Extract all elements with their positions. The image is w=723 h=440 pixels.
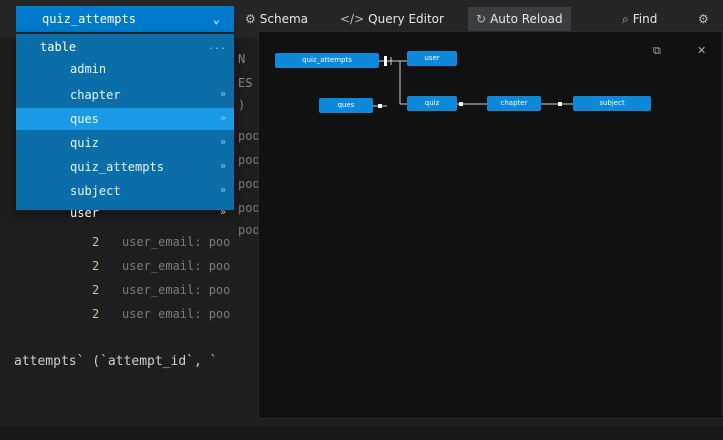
more-icon: ... bbox=[207, 41, 226, 52]
table-select-label: quiz_attempts bbox=[42, 12, 136, 26]
dropdown-item-chapter[interactable]: chapter» bbox=[16, 84, 234, 106]
schema-icon: ⚙ bbox=[245, 12, 256, 26]
dropdown-item-user[interactable]: user» bbox=[16, 202, 234, 220]
dropdown-header-table[interactable]: table ... bbox=[16, 36, 234, 58]
node-quiz[interactable]: quiz bbox=[407, 96, 457, 111]
auto-reload-button[interactable]: ↻ Auto Reload bbox=[468, 7, 571, 31]
table-row: 2 user_email: poo bbox=[92, 283, 231, 297]
chevron-down-icon: ⌄ bbox=[212, 12, 220, 26]
close-icon[interactable]: ✕ bbox=[697, 44, 706, 57]
schema-button[interactable]: ⚙ Schema bbox=[245, 7, 308, 31]
query-editor-label: Query Editor bbox=[368, 12, 444, 26]
reload-icon: ↻ bbox=[476, 12, 487, 26]
table-dropdown-menu: table ... admin chapter» ques» quiz» qui… bbox=[16, 34, 234, 220]
header-fragment: ES bbox=[238, 76, 253, 90]
dropdown-item-subject[interactable]: subject» bbox=[16, 180, 234, 202]
arrow-right-icon: » bbox=[219, 89, 226, 100]
dropdown-item-quiz-attempts[interactable]: quiz_attempts» bbox=[16, 156, 234, 178]
table-row: 2 user_email: poo bbox=[92, 259, 231, 273]
table-row: 2 user_email: poo bbox=[92, 235, 231, 249]
relationship-lines bbox=[373, 56, 573, 108]
schema-diagram-panel[interactable]: quiz_attempts user ques quiz chapter sub… bbox=[258, 31, 723, 419]
dropdown-item-ques[interactable]: ques» bbox=[16, 108, 234, 130]
node-quiz-attempts[interactable]: quiz_attempts bbox=[275, 53, 379, 68]
header-fragment: N bbox=[238, 52, 246, 66]
auto-reload-label: Auto Reload bbox=[490, 12, 563, 26]
search-icon: ⌕ bbox=[622, 12, 629, 26]
arrow-right-icon: » bbox=[219, 137, 226, 148]
header-fragment: ) bbox=[238, 98, 246, 112]
dropdown-header-label: table bbox=[40, 40, 77, 54]
find-label: Find bbox=[632, 12, 658, 26]
schema-label: Schema bbox=[259, 12, 309, 26]
settings-button[interactable]: ⚙ bbox=[698, 7, 713, 31]
node-user[interactable]: user bbox=[407, 51, 457, 66]
node-ques[interactable]: ques bbox=[319, 98, 373, 113]
code-icon: </> bbox=[340, 12, 365, 26]
gear-icon: ⚙ bbox=[698, 12, 709, 26]
arrow-right-icon: » bbox=[219, 161, 226, 172]
table-select-dropdown[interactable]: quiz_attempts ⌄ bbox=[16, 6, 234, 32]
arrow-right-icon: » bbox=[219, 207, 226, 218]
arrow-right-icon: » bbox=[219, 185, 226, 196]
find-button[interactable]: ⌕ Find bbox=[622, 7, 657, 31]
table-row: 2 user email: poo bbox=[92, 307, 231, 321]
dropdown-item-admin[interactable]: admin bbox=[16, 58, 234, 80]
status-bar bbox=[0, 426, 723, 440]
dropdown-item-quiz[interactable]: quiz» bbox=[16, 132, 234, 154]
query-editor-button[interactable]: </> Query Editor bbox=[340, 7, 444, 31]
sql-insert-line: attempts` (`attempt_id`, ` bbox=[14, 354, 218, 369]
node-subject[interactable]: subject bbox=[573, 96, 651, 111]
node-chapter[interactable]: chapter bbox=[487, 96, 541, 111]
arrow-right-icon: » bbox=[219, 113, 226, 124]
expand-icon[interactable]: ⧉ bbox=[653, 44, 661, 58]
